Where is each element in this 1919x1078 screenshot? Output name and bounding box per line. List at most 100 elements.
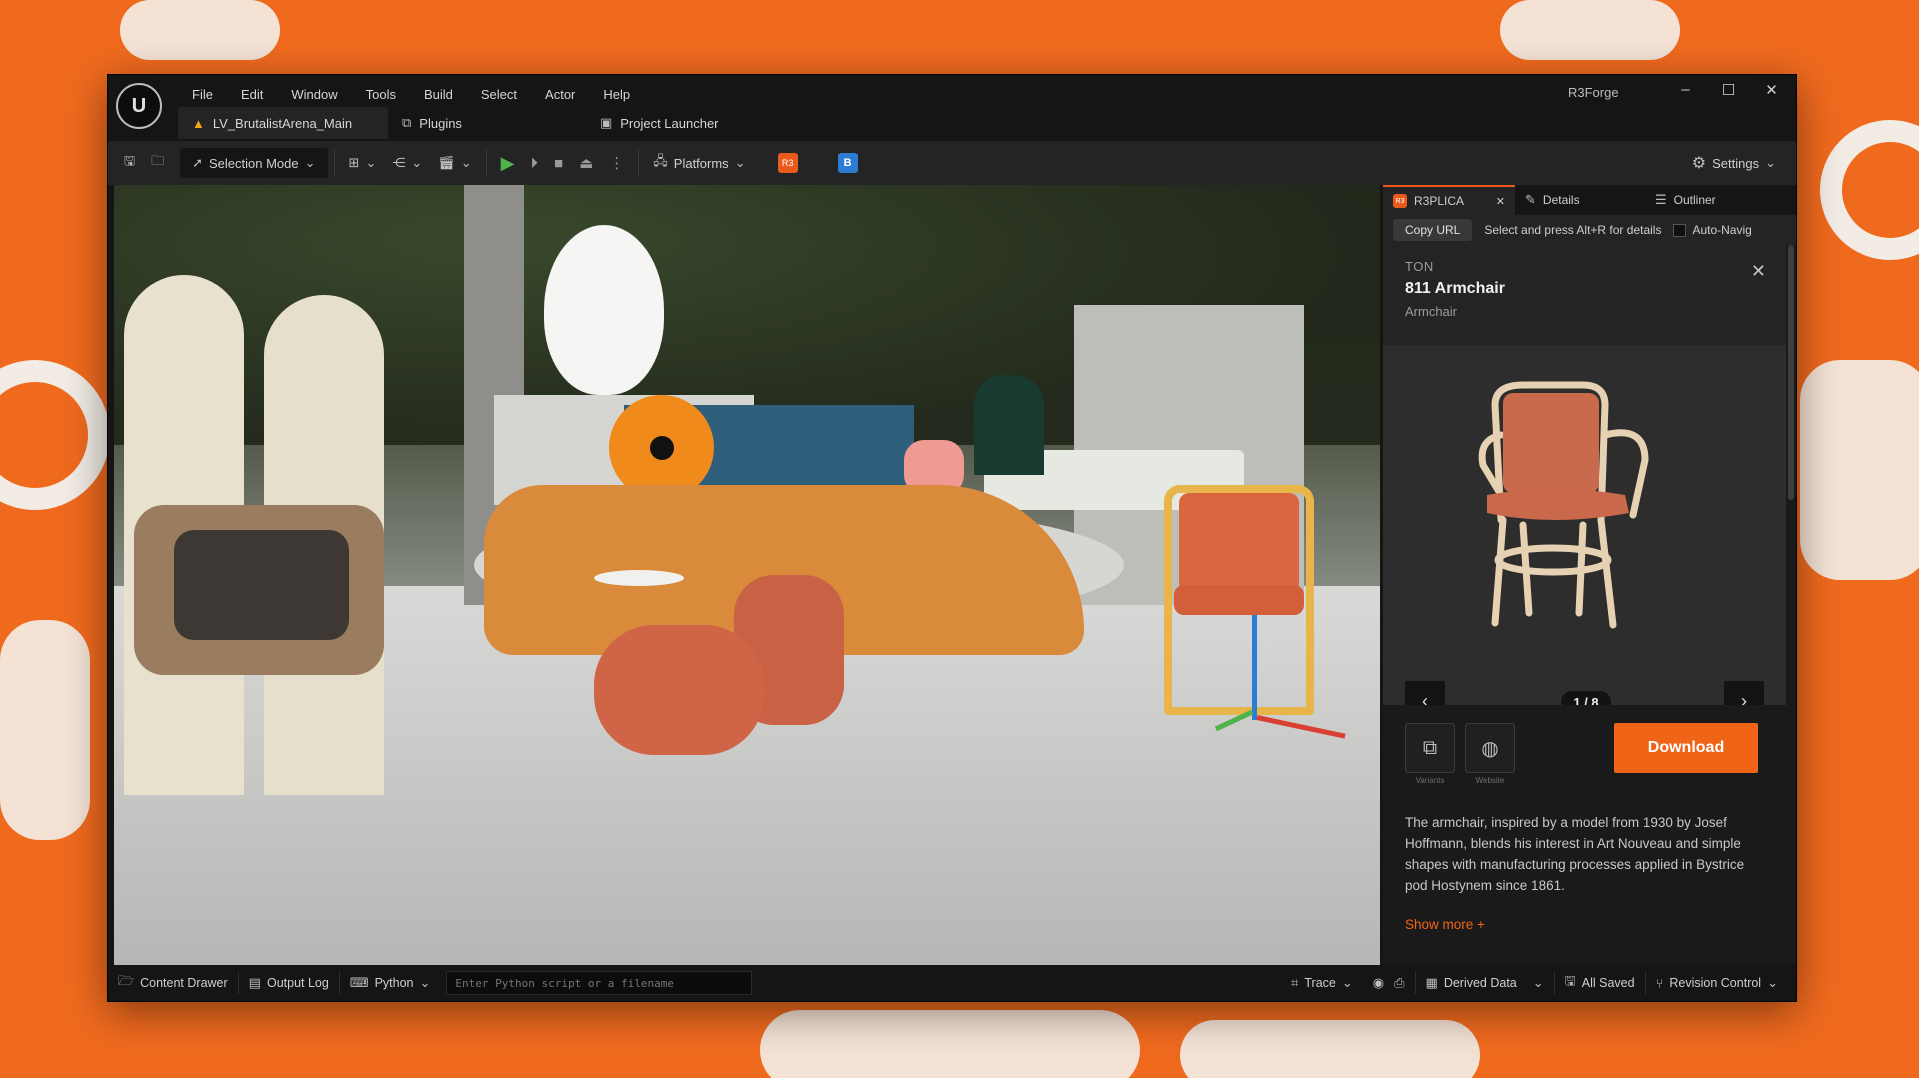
pencil-icon: ✎ xyxy=(1525,192,1536,207)
menu-actor[interactable]: Actor xyxy=(531,83,589,106)
python-dropdown[interactable]: ⌨ Python ⌄ xyxy=(340,965,441,1001)
step-button[interactable]: ⏵ xyxy=(523,148,547,178)
website-button[interactable]: ◍ xyxy=(1465,723,1515,773)
menu-file[interactable]: File xyxy=(178,83,227,106)
folder-icon: 🗀 xyxy=(151,153,165,168)
python-console-input[interactable] xyxy=(446,971,753,995)
b-badge-icon: B xyxy=(837,153,858,173)
chevron-down-icon: ⌄ xyxy=(1767,975,1778,990)
platforms-label: Platforms xyxy=(673,155,729,171)
plugin-icon: ⧉ xyxy=(402,115,412,130)
green-screen xyxy=(974,375,1044,475)
bg-chair-shape xyxy=(1180,1020,1480,1078)
main-toolbar: 🖫 🗀 ➚ Selection Mode ⌄ ⊞ ⌄ ⋲ ⌄ 🎬︎ ⌄ ▶ ⏵ ■ ⏏… xyxy=(108,141,1796,185)
selection-mode-dropdown[interactable]: ➚ Selection Mode ⌄ xyxy=(180,148,328,178)
chevron-down-icon: ⌄ xyxy=(1341,975,1353,990)
asset-brand: TON xyxy=(1405,259,1434,274)
asset-description: The armchair, inspired by a model from 1… xyxy=(1405,815,1745,893)
bg-chair-shape xyxy=(760,1010,1140,1078)
minimize-button[interactable]: – xyxy=(1664,81,1707,99)
tab-outliner[interactable]: ☰ Outliner xyxy=(1645,185,1726,215)
camera-icon: ⎙ xyxy=(1394,975,1405,990)
divider xyxy=(333,150,335,176)
app-name: R3Forge xyxy=(1568,85,1619,100)
tab-level[interactable]: ▲ LV_BrutalistArena_Main xyxy=(178,107,388,139)
tab-details[interactable]: ✎ Details xyxy=(1515,185,1645,215)
maximize-button[interactable]: ☐ xyxy=(1707,81,1750,99)
derived-data-label: Derived Data xyxy=(1443,976,1517,990)
settings-dropdown[interactable]: ⚙ Settings ⌄ xyxy=(1684,148,1784,178)
globe-icon: ◍ xyxy=(1481,737,1499,760)
b-plugin-button[interactable]: B xyxy=(830,148,866,178)
panel-scrollbar[interactable] xyxy=(1788,245,1794,500)
tab-details-label: Details xyxy=(1542,193,1580,207)
chevron-down-icon: ⌄ xyxy=(460,155,472,170)
trace-label: Trace xyxy=(1304,976,1336,990)
tab-project-launcher[interactable]: ▣ Project Launcher xyxy=(586,107,733,139)
auto-navigate-checkbox[interactable] xyxy=(1673,223,1687,237)
save-button[interactable]: 🖫 xyxy=(116,148,143,178)
snapshot-button[interactable]: ⎙ xyxy=(1394,965,1414,1001)
play-icon: ▶ xyxy=(500,152,515,173)
armchair-preview-image xyxy=(1478,381,1649,629)
revision-control-label: Revision Control xyxy=(1669,976,1762,990)
output-log-label: Output Log xyxy=(266,976,329,990)
menu-edit[interactable]: Edit xyxy=(227,83,277,106)
record-icon: ◉ xyxy=(1372,975,1385,990)
chevron-down-icon: ⌄ xyxy=(304,155,316,170)
download-button[interactable]: Download xyxy=(1614,723,1758,773)
tab-r3plica[interactable]: R3 R3PLICA ✕ xyxy=(1383,185,1515,215)
eject-icon: ⏏ xyxy=(579,155,594,172)
all-saved-button[interactable]: 🖫 All Saved xyxy=(1555,965,1645,1001)
show-more-link[interactable]: Show more + xyxy=(1405,917,1485,932)
unreal-logo-icon[interactable]: U xyxy=(116,83,162,129)
gizmo-z-axis[interactable] xyxy=(1252,615,1257,720)
close-tab-icon[interactable]: ✕ xyxy=(1496,195,1505,208)
output-log-button[interactable]: ▤ Output Log xyxy=(239,965,339,1001)
blueprint-button[interactable]: ⋲ ⌄ xyxy=(384,148,430,178)
close-icon[interactable]: ✕ xyxy=(1751,261,1766,282)
tab-plugins-label: Plugins xyxy=(419,115,462,131)
trace-dropdown[interactable]: ⌗ Trace ⌄ xyxy=(1281,965,1363,1001)
chevron-down-icon: ⌄ xyxy=(1765,155,1776,170)
menu-select[interactable]: Select xyxy=(467,83,531,106)
menu-tools[interactable]: Tools xyxy=(352,83,410,106)
selection-mode-label: Selection Mode xyxy=(209,155,299,171)
menu-bar: File Edit Window Tools Build Select Acto… xyxy=(178,83,644,106)
revision-control-dropdown[interactable]: ⑂ Revision Control ⌄ xyxy=(1646,965,1788,1001)
tab-outliner-label: Outliner xyxy=(1673,193,1716,207)
chevron-down-icon: ⌄ xyxy=(419,975,431,990)
content-drawer-button[interactable]: 🗁 Content Drawer xyxy=(108,965,238,1001)
level-viewport[interactable] xyxy=(114,185,1380,966)
chevron-down-icon: ⌄ xyxy=(411,155,423,170)
r3-plugin-button[interactable]: R3 xyxy=(770,148,806,178)
stop-button[interactable]: ■ xyxy=(546,148,571,178)
bg-chair-shape xyxy=(120,0,280,60)
menu-window[interactable]: Window xyxy=(277,83,351,106)
stop-icon: ■ xyxy=(554,154,564,172)
panel-subbar: Copy URL Select and press Alt+R for deta… xyxy=(1383,215,1796,245)
play-button[interactable]: ▶ xyxy=(493,148,523,178)
browse-button[interactable]: 🗀 xyxy=(143,148,172,178)
tab-plugins[interactable]: ⧉ Plugins xyxy=(388,107,476,139)
eject-button[interactable]: ⏏ xyxy=(571,148,601,178)
tab-level-label: LV_BrutalistArena_Main xyxy=(212,115,353,131)
divider xyxy=(638,150,640,176)
record-button[interactable]: ◉ xyxy=(1363,965,1394,1001)
platforms-dropdown[interactable]: 🖧 Platforms ⌄ xyxy=(645,148,753,178)
menu-help[interactable]: Help xyxy=(589,83,644,106)
cinematics-button[interactable]: 🎬︎ ⌄ xyxy=(430,148,479,178)
derived-data-dropdown[interactable]: ▦ Derived Data ⌄ xyxy=(1416,965,1554,1001)
website-label: Website xyxy=(1475,776,1505,785)
settings-label: Settings xyxy=(1712,155,1760,171)
add-actor-button[interactable]: ⊞ ⌄ xyxy=(341,148,385,178)
r3plica-panel: R3 R3PLICA ✕ ✎ Details ☰ Outliner Copy U… xyxy=(1383,185,1796,966)
close-button[interactable]: ✕ xyxy=(1750,81,1793,99)
menu-build[interactable]: Build xyxy=(410,83,467,106)
copy-url-button[interactable]: Copy URL xyxy=(1393,219,1473,241)
tab-launcher-label: Project Launcher xyxy=(620,115,719,131)
variants-button[interactable]: ⧉ xyxy=(1405,723,1455,773)
save-icon: 🖫 xyxy=(124,153,136,168)
play-options-button[interactable]: ⋮ xyxy=(601,148,632,178)
warning-icon: ▲ xyxy=(192,115,205,131)
